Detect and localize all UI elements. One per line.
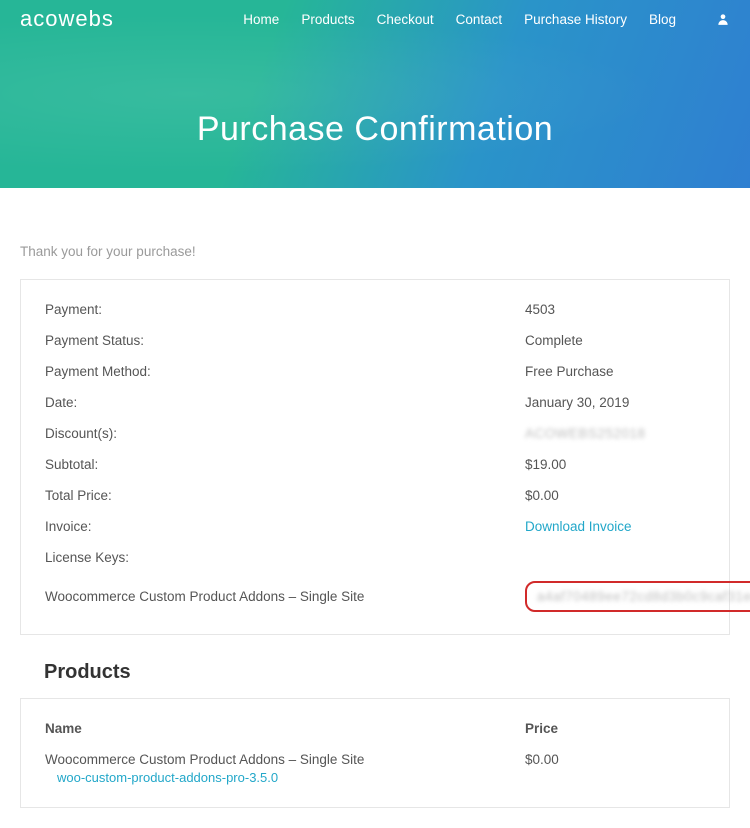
label-total: Total Price:: [45, 488, 525, 503]
label-date: Date:: [45, 395, 525, 410]
label-subtotal: Subtotal:: [45, 457, 525, 472]
download-invoice-link[interactable]: Download Invoice: [525, 519, 632, 534]
nav-contact[interactable]: Contact: [456, 12, 503, 27]
row-method: Payment Method: Free Purchase: [45, 356, 705, 387]
license-product-name: Woocommerce Custom Product Addons – Sing…: [45, 589, 525, 604]
label-discounts: Discount(s):: [45, 426, 525, 441]
user-icon[interactable]: [716, 12, 730, 26]
product-price: $0.00: [525, 752, 705, 785]
value-date: January 30, 2019: [525, 395, 705, 410]
license-key-value: a4af70489ee72cd8d3b0c9caf31ede36: [537, 589, 750, 604]
value-subtotal: $19.00: [525, 457, 705, 472]
top-nav: acowebs Home Products Checkout Contact P…: [0, 0, 750, 32]
products-header-row: Name Price: [45, 713, 705, 744]
page-title: Purchase Confirmation: [0, 110, 750, 149]
nav-blog[interactable]: Blog: [649, 12, 676, 27]
product-name: Woocommerce Custom Product Addons – Sing…: [45, 752, 364, 767]
row-discounts: Discount(s): ACOWEBS252018: [45, 418, 705, 449]
order-details-panel: Payment: 4503 Payment Status: Complete P…: [20, 279, 730, 635]
row-date: Date: January 30, 2019: [45, 387, 705, 418]
row-subtotal: Subtotal: $19.00: [45, 449, 705, 480]
value-method: Free Purchase: [525, 364, 705, 379]
nav-checkout[interactable]: Checkout: [377, 12, 434, 27]
nav-menu: Home Products Checkout Contact Purchase …: [243, 12, 676, 27]
row-license-header: License Keys:: [45, 542, 705, 573]
value-status: Complete: [525, 333, 705, 348]
row-total: Total Price: $0.00: [45, 480, 705, 511]
value-total: $0.00: [525, 488, 705, 503]
row-payment: Payment: 4503: [45, 294, 705, 325]
thank-you-text: Thank you for your purchase!: [20, 244, 730, 259]
row-invoice: Invoice: Download Invoice: [45, 511, 705, 542]
product-row: Woocommerce Custom Product Addons – Sing…: [45, 744, 705, 793]
license-key-highlight: a4af70489ee72cd8d3b0c9caf31ede36: [525, 581, 750, 612]
label-method: Payment Method:: [45, 364, 525, 379]
value-payment: 4503: [525, 302, 705, 317]
row-license-item: Woocommerce Custom Product Addons – Sing…: [45, 573, 705, 620]
label-invoice: Invoice:: [45, 519, 525, 534]
product-download-link[interactable]: woo-custom-product-addons-pro-3.5.0: [57, 770, 525, 785]
label-payment: Payment:: [45, 302, 525, 317]
nav-products[interactable]: Products: [301, 12, 354, 27]
col-name: Name: [45, 721, 525, 736]
nav-purchase-history[interactable]: Purchase History: [524, 12, 627, 27]
brand-logo[interactable]: acowebs: [20, 6, 114, 32]
hero-banner: acowebs Home Products Checkout Contact P…: [0, 0, 750, 188]
col-price: Price: [525, 721, 705, 736]
page-content: Thank you for your purchase! Payment: 45…: [0, 188, 750, 828]
products-heading: Products: [44, 661, 730, 684]
label-status: Payment Status:: [45, 333, 525, 348]
value-discounts: ACOWEBS252018: [525, 426, 705, 441]
label-license: License Keys:: [45, 550, 525, 565]
row-status: Payment Status: Complete: [45, 325, 705, 356]
nav-home[interactable]: Home: [243, 12, 279, 27]
products-table: Name Price Woocommerce Custom Product Ad…: [20, 698, 730, 808]
